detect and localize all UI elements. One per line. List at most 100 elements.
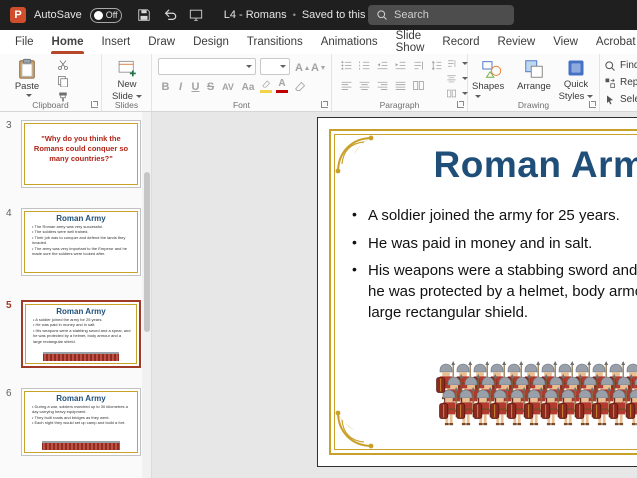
copy-icon: [57, 75, 69, 87]
character-spacing-button[interactable]: AV: [218, 79, 238, 95]
thumbnail-6-body: During a war, soldiers marched up to 30 …: [22, 403, 140, 426]
slide-body-textbox[interactable]: A soldier joined the army for 25 years. …: [352, 206, 637, 323]
shapes-icon: [481, 58, 503, 80]
italic-button[interactable]: I: [173, 79, 188, 95]
tab-record[interactable]: Record: [433, 30, 488, 54]
toggle-knob-icon: [93, 10, 103, 20]
bullet-dot: [352, 261, 368, 323]
line-spacing-button[interactable]: [430, 59, 443, 72]
thumbnail-scrollbar-thumb[interactable]: [144, 172, 150, 332]
slide-thumbnail-3[interactable]: "Why do you think the Romans could conqu…: [21, 120, 141, 188]
drawing-dialog-launcher[interactable]: [589, 101, 596, 108]
thumbnail-3-quote: "Why do you think the Romans could conqu…: [33, 134, 129, 163]
font-color-button[interactable]: A: [274, 79, 290, 93]
paste-label: Paste: [14, 81, 40, 92]
increase-indent-button[interactable]: [394, 59, 407, 72]
tab-design[interactable]: Design: [184, 30, 238, 54]
autosave-toggle[interactable]: Off: [89, 7, 122, 23]
present-button[interactable]: [186, 5, 206, 25]
shrink-font-button[interactable]: A: [310, 60, 325, 76]
columns-button[interactable]: [412, 79, 425, 92]
tab-acrobat[interactable]: Acrobat: [587, 30, 637, 54]
powerpoint-logo-icon: P: [10, 7, 26, 23]
clipboard-group-label: Clipboard: [32, 100, 69, 110]
search-input[interactable]: Search: [368, 5, 514, 25]
ribbon: Paste Clipboard New Slide Slides A A B I…: [0, 54, 637, 112]
bullet-text: He was paid in money and in salt.: [368, 234, 593, 252]
bold-button[interactable]: B: [158, 79, 173, 95]
decrease-indent-button[interactable]: [376, 59, 389, 72]
slide-thumbnail-6[interactable]: Roman Army During a war, soldiers marche…: [21, 388, 141, 456]
columns-icon: [412, 79, 425, 92]
slide-thumbnail-5-selected[interactable]: Roman Army A soldier joined the army for…: [21, 300, 141, 368]
paragraph-group-label: Paragraph: [379, 100, 420, 110]
clipboard-dialog-launcher[interactable]: [91, 101, 98, 108]
align-center-button[interactable]: [358, 79, 371, 92]
thumbnail-scrollbar: [142, 112, 151, 478]
current-slide[interactable]: Roman Army A soldier joined the army for…: [317, 117, 637, 467]
select-button[interactable]: Select: [604, 92, 637, 107]
align-text-button[interactable]: [446, 73, 468, 84]
tab-animations[interactable]: Animations: [312, 30, 387, 54]
arrange-button[interactable]: Arrange: [514, 55, 554, 92]
logo-letter: P: [14, 9, 22, 21]
thumbnail-number-3: 3: [6, 120, 12, 131]
font-size-chevron-icon: [280, 65, 286, 68]
text-direction-button[interactable]: [446, 58, 468, 69]
cut-button[interactable]: [54, 58, 71, 72]
numbering-button[interactable]: [358, 59, 371, 72]
save-button[interactable]: [134, 5, 154, 25]
align-left-button[interactable]: [340, 79, 353, 92]
find-icon: [604, 60, 616, 72]
grow-font-button[interactable]: A: [294, 60, 309, 76]
thumbnail-line: During a war, soldiers marched up to 30 …: [32, 404, 132, 415]
tab-view[interactable]: View: [544, 30, 587, 54]
justify-button[interactable]: [394, 79, 407, 92]
replace-button[interactable]: Replace: [604, 75, 637, 90]
slide-thumbnail-4[interactable]: Roman Army The Roman army was very succe…: [21, 208, 141, 276]
align-right-icon: [376, 79, 389, 92]
thumbnail-6-title: Roman Army: [56, 394, 106, 403]
change-case-button[interactable]: Aa: [238, 79, 258, 95]
quick-styles-button[interactable]: Quick Styles: [556, 55, 596, 103]
tab-insert[interactable]: Insert: [92, 30, 139, 54]
paragraph-dialog-launcher[interactable]: [457, 101, 464, 108]
bullet-item: A soldier joined the army for 25 years.: [352, 206, 637, 227]
tab-slide-show[interactable]: Slide Show: [387, 30, 434, 54]
copy-button[interactable]: [54, 74, 71, 88]
tab-home[interactable]: Home: [43, 30, 93, 54]
shapes-chevron-icon: [475, 95, 481, 99]
font-name-select[interactable]: [158, 58, 256, 75]
quick-styles-label-1: Quick: [563, 79, 589, 90]
shapes-button[interactable]: Shapes: [472, 55, 512, 103]
clear-formatting-button[interactable]: [294, 80, 307, 98]
align-text-icon: [446, 73, 457, 84]
align-right-button[interactable]: [376, 79, 389, 92]
underline-button[interactable]: U: [188, 79, 203, 95]
tab-file[interactable]: File: [6, 30, 43, 54]
paste-button[interactable]: Paste: [8, 55, 46, 98]
new-slide-button[interactable]: New Slide: [107, 55, 147, 103]
numbering-icon: [358, 59, 371, 72]
new-slide-label-1: New: [117, 79, 137, 90]
tab-draw[interactable]: Draw: [139, 30, 184, 54]
tab-transitions[interactable]: Transitions: [238, 30, 312, 54]
replace-label: Replace: [620, 77, 637, 88]
tab-review[interactable]: Review: [488, 30, 544, 54]
autosave-label: AutoSave: [34, 9, 82, 21]
bullets-button[interactable]: [340, 59, 353, 72]
text-direction-mini-button[interactable]: [412, 59, 425, 72]
smartart-button[interactable]: [446, 88, 468, 99]
find-button[interactable]: Find: [604, 58, 637, 73]
autosave-state: Off: [105, 10, 118, 20]
font-dialog-launcher[interactable]: [321, 101, 328, 108]
ribbon-group-slides: New Slide Slides: [102, 54, 152, 111]
undo-button[interactable]: [160, 5, 180, 25]
strikethrough-button[interactable]: S: [203, 79, 218, 95]
roman-soldiers-image[interactable]: [436, 361, 637, 433]
font-size-select[interactable]: [260, 58, 290, 75]
thumbnail-4-body: The Roman army was very successful. The …: [22, 223, 140, 256]
highlight-color-button[interactable]: [258, 79, 274, 93]
save-icon: [137, 8, 151, 22]
highlight-pen-icon: [261, 79, 272, 89]
